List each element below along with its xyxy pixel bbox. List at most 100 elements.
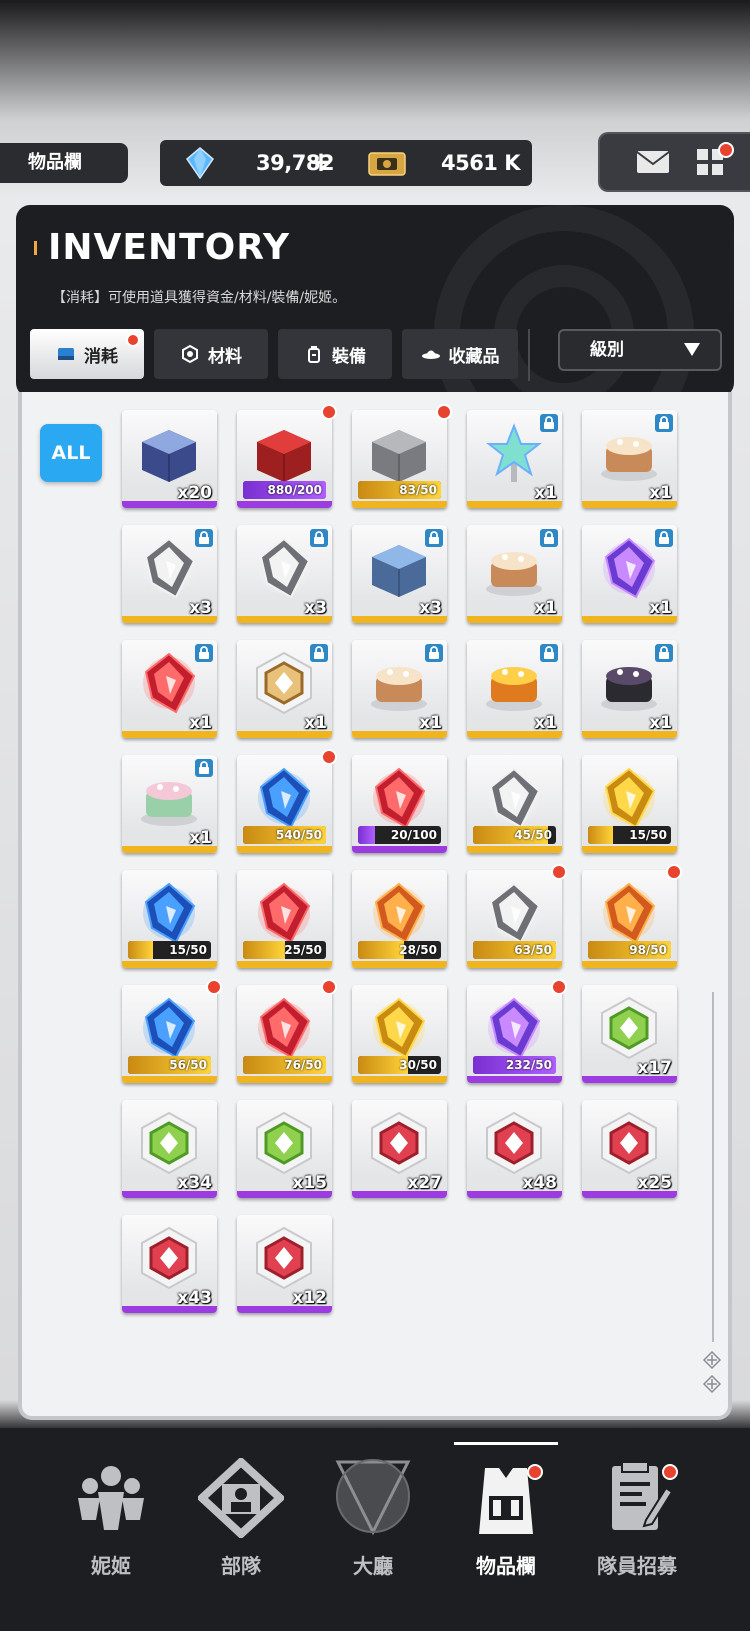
item-progress-text: 232/50 [505,1058,552,1072]
inventory-item-ssr-core-gold-t[interactable]: 15/50 [582,755,677,853]
inventory-item-module-green-arrow[interactable]: x15 [237,1100,332,1198]
item-quantity: x12 [292,1288,327,1308]
bottom-navigation: 妮姬 部隊 大廳 物品欄 隊員招募 [0,1428,750,1631]
inventory-item-module-green-shield[interactable]: x34 [122,1100,217,1198]
inventory-item-module-green-star[interactable]: x17 [582,985,677,1083]
item-progress-text: 15/50 [169,943,207,957]
inventory-item-gift-purple-cake[interactable]: x1 [582,525,677,623]
nav-item-inventory[interactable]: 物品欄 [441,1458,571,1588]
inventory-item-gift-box[interactable]: x20 [122,410,217,508]
lucky-box-icon [251,420,317,486]
material-icon [182,344,198,364]
inventory-item-lucky-box[interactable]: 880/200 [237,410,332,508]
inventory-item-equipment-box[interactable]: 83/50 [352,410,447,508]
inventory-item-gift-medal[interactable]: x1 [237,640,332,738]
inventory-item-ssr-core-orange[interactable]: 28/50 [352,870,447,968]
ssr-core-blue-m-icon [136,880,202,946]
lock-icon [655,644,673,662]
inventory-item-gift-red-cake[interactable]: x1 [122,640,217,738]
inventory-item-core-orange-t[interactable]: 98/50 [582,870,677,968]
inventory-description: 【消耗】可使用道具獲得資金/材料/裝備/妮姬。 [52,290,347,306]
mail-icon[interactable] [636,150,670,174]
item-progress-bar: 28/50 [358,941,441,959]
item-quantity: x15 [292,1173,327,1193]
item-progress-text: 76/50 [284,1058,322,1072]
collection-icon [421,350,440,359]
gift-keychain-icon [136,765,202,831]
nav-label: 大廳 [353,1554,393,1578]
lock-icon [655,529,673,547]
item-progress-text: 63/50 [514,943,552,957]
lock-icon [540,644,558,662]
module-green-arrow-icon [251,1110,317,1176]
item-progress-bar: 232/50 [473,1056,556,1074]
inventory-item-design-blueprint[interactable]: 540/50 [237,755,332,853]
inventory-item-gift-keychain[interactable]: x1 [122,755,217,853]
rarity-strip [237,846,332,853]
item-quantity: x20 [177,483,212,503]
lock-icon [195,759,213,777]
item-quantity: x1 [189,713,212,733]
inventory-item-core-blue-m[interactable]: 56/50 [122,985,217,1083]
currency-bar: 39,782 + 4561 K [160,140,532,186]
inventory-item-gift-stew-pot[interactable]: x1 [582,640,677,738]
gift-red-cake-icon [136,650,202,716]
item-quantity: x1 [189,828,212,848]
inventory-item-gift-35-cake[interactable]: x1 [582,410,677,508]
item-progress-bar: 30/50 [358,1056,441,1074]
inventory-item-core-purple[interactable]: 232/50 [467,985,562,1083]
squad-icon [198,1458,284,1538]
rarity-strip [352,961,447,968]
scroll-down-icon[interactable] [702,1374,722,1394]
inventory-item-module-red-m[interactable]: x43 [122,1215,217,1313]
ssr-core-silver-a-icon [481,765,547,831]
item-progress-bar: 15/50 [128,941,211,959]
lock-icon [195,529,213,547]
inventory-item-core-red-grid[interactable]: 76/50 [237,985,332,1083]
core-red-grid-icon [251,995,317,1061]
nav-item-lobby[interactable]: 大廳 [308,1458,438,1588]
tab-equipment[interactable]: 裝備 [278,329,392,379]
inventory-item-ssr-core-blue-m[interactable]: 15/50 [122,870,217,968]
inventory-item-gift-1000-cake[interactable]: x1 [467,525,562,623]
inventory-item-module-red-t[interactable]: x25 [582,1100,677,1198]
inventory-item-gift-silver-bra[interactable]: x3 [237,525,332,623]
nav-label: 隊員招募 [597,1554,677,1578]
item-quantity: x1 [419,713,442,733]
gift-box-icon [136,420,202,486]
nav-item-squad[interactable]: 部隊 [176,1458,306,1588]
inventory-item-core-silver-a[interactable]: 63/50 [467,870,562,968]
inventory-item-gift-star-flower[interactable]: x1 [467,410,562,508]
inventory-item-module-red-a[interactable]: x48 [467,1100,562,1198]
filter-all-button[interactable]: ALL [40,424,102,482]
tab-material[interactable]: 材料 [154,329,268,379]
inventory-item-gift-robot-head[interactable]: x3 [352,525,447,623]
nav-item-nikke[interactable]: 妮姬 [46,1458,176,1588]
item-quantity: x1 [534,483,557,503]
inventory-item-gift-15-cake[interactable]: x1 [352,640,447,738]
credit-count: 4561 K [440,151,521,175]
inventory-item-ssr-core-red-grid[interactable]: 25/50 [237,870,332,968]
item-progress-text: 28/50 [399,943,437,957]
inventory-item-ssr-core-silver-a[interactable]: 45/50 [467,755,562,853]
item-progress-bar: 45/50 [473,826,556,844]
module-red-swirl-icon [366,1110,432,1176]
nav-item-recruit[interactable]: 隊員招募 [572,1458,702,1588]
inventory-item-module-red-grid[interactable]: x12 [237,1215,332,1313]
scrollbar[interactable] [712,992,714,1342]
design-blueprint-icon [251,765,317,831]
inventory-item-gift-silver-briefs[interactable]: x3 [122,525,217,623]
inventory-item-red-backpack[interactable]: 20/100 [352,755,447,853]
rarity-strip [122,961,217,968]
tab-consumable[interactable]: 消耗 [30,329,144,379]
inventory-item-core-gold[interactable]: 30/50 [352,985,447,1083]
add-gems-button[interactable]: + [308,140,334,184]
inventory-item-module-red-swirl[interactable]: x27 [352,1100,447,1198]
scroll-up-icon[interactable] [702,1350,722,1370]
rarity-strip [467,1076,562,1083]
sort-dropdown[interactable]: 級別 [558,329,722,371]
item-notification-dot [666,864,682,880]
inventory-item-gift-omelette[interactable]: x1 [467,640,562,738]
gift-silver-briefs-icon [136,535,202,601]
tab-collection[interactable]: 收藏品 [402,329,518,379]
